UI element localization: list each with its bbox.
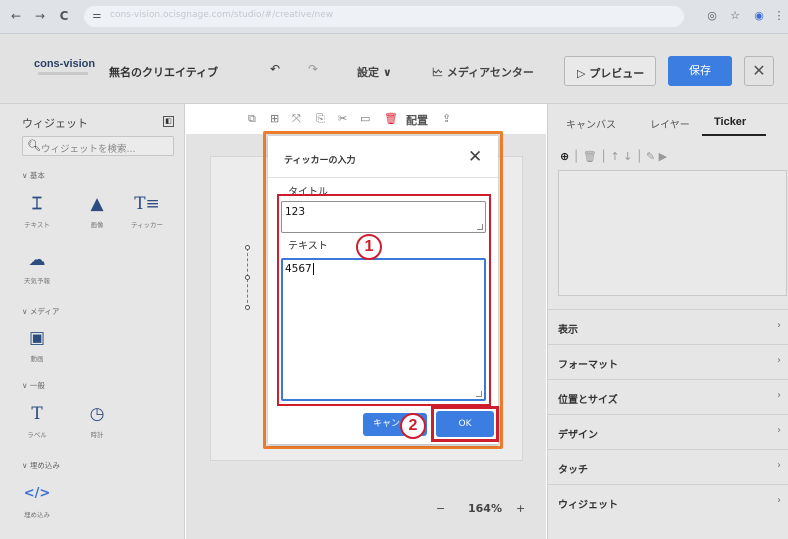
creative-title[interactable]: 無名のクリエイティブ (109, 64, 218, 80)
video-widget-icon: ▣ (28, 328, 46, 348)
resize-grip[interactable] (476, 391, 482, 397)
ticker-item-tools: ⊕ │ 🗑 │ ↑ ↓ │ ✎ ▶ (560, 150, 667, 163)
app-header: cons-vision 無名のクリエイティブ ↶ ↷ 設定 ∨ 🗠 メディアセン… (0, 34, 788, 104)
widget-embed[interactable]: </> 埋め込み (20, 482, 54, 524)
search-icon: 🔍︎ (27, 139, 41, 152)
widget-video[interactable]: ▣ 動画 (20, 326, 54, 368)
accordion-widget[interactable]: ウィジェット › (548, 484, 788, 519)
widget-text[interactable]: ⌶ テキスト (20, 192, 54, 234)
edit-toolbar: ⧉ ⊞ ⤧ ⎘ ✂ ▭ 🗑︎ 配置 ⇪ (186, 104, 546, 134)
chevron-right-icon: › (777, 495, 781, 506)
embed-widget-icon: </> (23, 486, 51, 501)
star-icon[interactable]: ☆ (728, 9, 742, 23)
section-media[interactable]: ∨ メディア (22, 306, 59, 317)
zoom-level: 164% (468, 502, 502, 515)
menu-icon[interactable]: ⋮ (772, 9, 786, 23)
profile-icon[interactable]: ◉ (752, 9, 766, 23)
widget-search-input[interactable]: 🔍︎ ウィジェットを検索... (22, 136, 174, 156)
tab-ticker[interactable]: Ticker (714, 116, 746, 128)
section-embed[interactable]: ∨ 埋め込み (22, 460, 60, 471)
export-icon[interactable]: ⇪ (442, 112, 451, 125)
step-2-badge: 2 (400, 413, 426, 439)
address-bar[interactable]: ⚌ cons-vision.ocisgnage.com/studio/#/cre… (84, 6, 684, 27)
undo-icon[interactable]: ↶ (270, 62, 280, 76)
align-icon[interactable]: ⧉ (248, 112, 256, 126)
widget-panel: ウィジェット ◧ 🔍︎ ウィジェットを検索... ∨ 基本 ⌶ テキスト ▲ 画… (0, 104, 185, 539)
widget-panel-title: ウィジェット (22, 117, 88, 130)
fit-icon[interactable]: ⤧ (292, 112, 301, 126)
preview-button[interactable]: ▷ プレビュー (564, 56, 656, 86)
text-input[interactable]: 4567 (281, 258, 486, 401)
text-cursor (313, 263, 314, 275)
browser-toolbar: ← → C ⚌ cons-vision.ocisgnage.com/studio… (0, 0, 788, 34)
cut-icon[interactable]: ✂ (338, 112, 347, 125)
widget-weather[interactable]: ☁ 天気予報 (20, 248, 54, 290)
chevron-right-icon: › (777, 390, 781, 401)
back-icon[interactable]: ← (8, 8, 24, 24)
delete-icon[interactable]: 🗑︎ (384, 112, 398, 125)
dialog-divider (268, 177, 498, 178)
group-icon[interactable]: ⊞ (270, 112, 279, 125)
active-tab-indicator (702, 134, 766, 136)
accordion-design[interactable]: デザイン › (548, 414, 788, 449)
chevron-right-icon: › (777, 320, 781, 331)
forward-icon[interactable]: → (32, 8, 48, 24)
tab-layers[interactable]: レイヤー (650, 116, 690, 131)
eye-icon[interactable]: ◎ (705, 9, 719, 23)
weather-widget-icon: ☁ (28, 250, 46, 270)
accordion-format[interactable]: フォーマット › (548, 344, 788, 379)
section-basic[interactable]: ∨ 基本 (22, 170, 45, 181)
tab-canvas[interactable]: キャンバス (566, 116, 616, 131)
add-item-icon[interactable]: ⊕ (560, 150, 569, 163)
close-icon[interactable]: ✕ (744, 56, 774, 86)
site-info-icon[interactable]: ⚌ (90, 9, 104, 23)
title-input[interactable]: 123 (281, 201, 486, 233)
widget-ticker[interactable]: T≡ ティッカー (130, 192, 164, 234)
logo-tagline (38, 72, 88, 75)
chevron-right-icon: › (777, 425, 781, 436)
resize-handle[interactable] (245, 245, 250, 250)
media-center-button[interactable]: 🗠 メディアセンター (432, 64, 534, 83)
section-general[interactable]: ∨ 一般 (22, 380, 45, 391)
logo: cons-vision (34, 58, 96, 70)
media-center-icon: 🗠 (432, 66, 447, 79)
chevron-right-icon: › (777, 460, 781, 471)
properties-panel: キャンバス レイヤー Ticker ⊕ │ 🗑 │ ↑ ↓ │ ✎ ▶ 表示 › … (547, 104, 788, 539)
dialog-title: ティッカーの入力 (284, 156, 356, 166)
widget-clock[interactable]: ◷ 時計 (80, 402, 114, 444)
arrange-menu[interactable]: 配置 (406, 112, 428, 128)
image-widget-icon: ▲ (90, 194, 104, 214)
ok-button[interactable]: OK (436, 411, 494, 437)
clock-widget-icon: ◷ (89, 404, 105, 424)
zoom-in-button[interactable]: + (516, 502, 525, 515)
save-button[interactable]: 保存 (668, 56, 732, 86)
chevron-right-icon: › (777, 355, 781, 366)
zoom-control: − 164% + (428, 496, 534, 522)
widget-label[interactable]: T ラベル (20, 402, 54, 444)
copy-icon[interactable]: ⎘ (316, 112, 325, 126)
paste-icon[interactable]: ▭ (360, 112, 370, 125)
accordion-touch[interactable]: タッチ › (548, 449, 788, 484)
panel-toggle-icon[interactable]: ◧ (163, 116, 174, 127)
resize-grip[interactable] (477, 224, 483, 230)
close-icon[interactable]: ✕ (468, 147, 482, 167)
url-text: cons-vision.ocisgnage.com/studio/#/creat… (110, 10, 334, 20)
label-widget-icon: T (31, 404, 43, 424)
reload-icon[interactable]: C (56, 8, 72, 24)
redo-icon[interactable]: ↷ (308, 62, 318, 76)
widget-image[interactable]: ▲ 画像 (80, 192, 114, 234)
resize-handle[interactable] (245, 305, 250, 310)
ticker-item-list[interactable] (558, 170, 787, 296)
zoom-out-button[interactable]: − (436, 502, 445, 515)
accordion-display[interactable]: 表示 › (548, 309, 788, 344)
settings-menu[interactable]: 設定 ∨ (357, 64, 392, 80)
resize-handle[interactable] (245, 275, 250, 280)
step-1-badge: 1 (356, 234, 382, 260)
ticker-widget-icon: T≡ (134, 194, 160, 214)
text-widget-icon: ⌶ (31, 194, 43, 214)
item-tool-icons[interactable]: │ 🗑 │ ↑ ↓ │ ✎ ▶ (573, 150, 667, 163)
accordion-position-size[interactable]: 位置とサイズ › (548, 379, 788, 414)
